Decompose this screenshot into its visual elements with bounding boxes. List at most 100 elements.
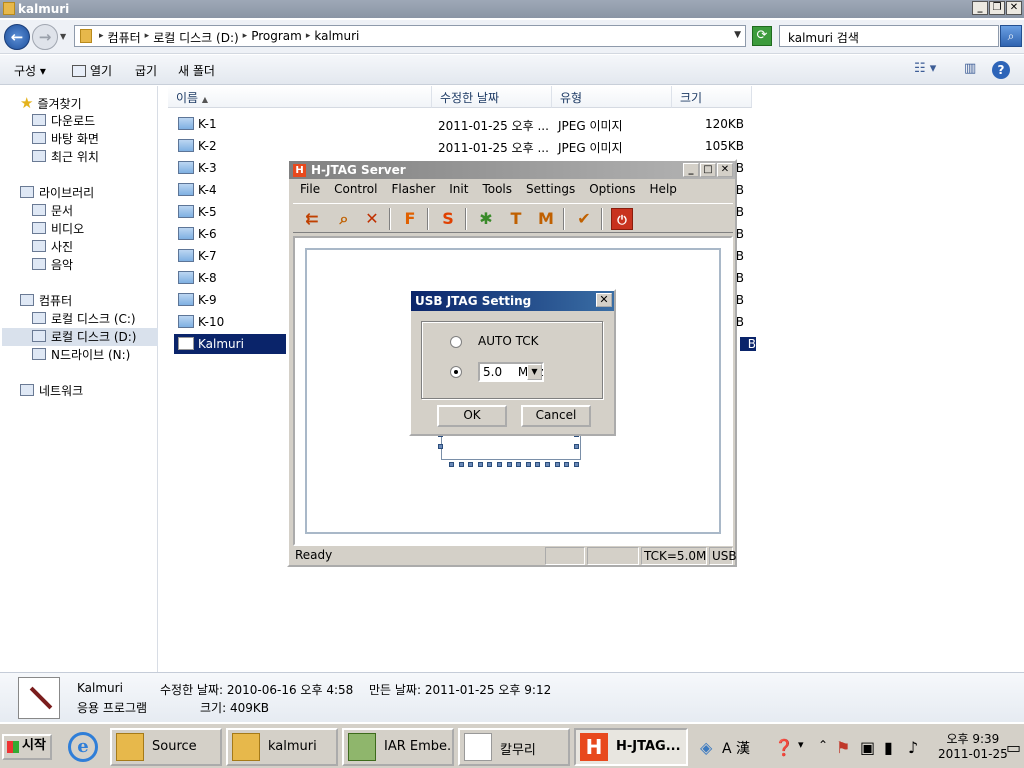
sidebar-item-label: 비디오 [51,222,85,236]
menu-flasher[interactable]: Flasher [384,181,442,201]
action-center-icon[interactable]: ⚑ [836,738,850,757]
new-folder-button[interactable]: 새 폴더 [178,62,215,79]
sidebar-item-downloads[interactable]: 다운로드 [32,112,95,130]
menu-settings[interactable]: Settings [519,181,582,201]
sidebar-item-drive-c[interactable]: 로컬 디스크 (C:) [32,310,136,328]
breadcrumb-kalmuri[interactable]: kalmuri [314,29,359,46]
sidebar-item-libraries[interactable]: 라이브러리 [20,184,94,202]
back-button[interactable]: ← [4,24,30,50]
close-button[interactable]: ✕ [1006,1,1022,15]
address-bar[interactable]: ▸ 컴퓨터 ▸ 로컬 디스크 (D:) ▸ Program ▸ kalmuri … [74,25,746,47]
system-clock[interactable]: 오후 9:39 2011-01-25 [938,732,1008,762]
taskbar-button-source[interactable]: Source [110,728,222,766]
taskbar-button-iar[interactable]: IAR Embe... [342,728,454,766]
image-file-icon [178,293,194,306]
ime-options-icon[interactable]: ▾ [798,738,804,751]
checklist-icon[interactable]: ✔ [573,208,595,230]
dialog-titlebar[interactable]: USB JTAG Setting ✕ [411,291,614,311]
search-icon[interactable]: ⌕ [1000,25,1022,47]
sidebar-item-computer[interactable]: 컴퓨터 [20,292,72,310]
maximize-button[interactable]: □ [700,163,716,177]
breadcrumb-program[interactable]: Program [251,29,302,46]
open-button[interactable]: 열기 [72,62,112,79]
maximize-button[interactable]: ❐ [989,1,1005,15]
chip-pin [477,462,483,467]
auto-tck-radio[interactable] [450,336,462,348]
tool-m-icon[interactable]: M [535,208,557,230]
column-header-modified[interactable]: 수정한 날짜 [432,86,552,108]
desktop-icon [32,132,46,144]
search-icon[interactable]: ⌕ [333,208,355,230]
breadcrumb-computer[interactable]: 컴퓨터 [108,29,141,46]
close-button[interactable]: ✕ [596,293,612,307]
search-input[interactable]: kalmuri 검색 [779,25,999,47]
minimize-button[interactable]: _ [972,1,988,15]
menu-help[interactable]: Help [643,181,684,201]
flasher-icon[interactable]: F [399,208,421,230]
internet-explorer-icon[interactable]: e [68,732,98,762]
burn-button[interactable]: 굽기 [135,62,157,79]
menu-init[interactable]: Init [442,181,475,201]
show-desktop-icon[interactable]: ▭ [1006,738,1021,757]
sidebar-item-label: 컴퓨터 [39,294,73,308]
column-header-name[interactable]: 이름 ▲ [168,86,432,108]
menu-options[interactable]: Options [582,181,642,201]
chevron-down-icon[interactable]: ▼ [734,30,741,40]
explorer-titlebar[interactable]: kalmuri _ ❐ ✕ [0,0,1024,18]
menu-file[interactable]: File [293,181,327,201]
sidebar-item-favorites[interactable]: ★ 즐겨찾기 [20,94,82,112]
sidebar-item-network[interactable]: 네트워크 [20,382,83,400]
show-hidden-icons[interactable]: ⌃ [818,738,828,752]
network-status-icon[interactable]: ▮ [884,738,893,757]
start-button[interactable]: 시작 [2,734,52,760]
close-button[interactable]: ✕ [717,163,733,177]
menu-tools[interactable]: Tools [475,181,519,201]
organize-button[interactable]: 구성 ▾ [14,62,46,79]
delete-icon[interactable]: ✕ [361,208,383,230]
ok-button[interactable]: OK [437,405,507,427]
frequency-select[interactable]: 5.0 MHz ▼ [478,362,544,382]
command-bar: 구성 ▾ 열기 굽기 새 폴더 ☷ ▾ ▥ ? [0,55,1024,85]
column-header-type[interactable]: 유형 [552,86,672,108]
table-row[interactable]: K-2 2011-01-25 오후 ... JPEG 이미지 105KB [174,136,754,156]
view-options-icon[interactable]: ☷ ▾ [914,61,936,76]
sidebar-item-drive-n[interactable]: N드라이브 (N:) [32,346,130,364]
help-icon[interactable]: ? [992,61,1010,79]
tool-x-icon[interactable]: ✱ [475,208,497,230]
forward-button[interactable]: → [32,24,58,50]
table-row[interactable]: K-1 2011-01-25 오후 ... JPEG 이미지 120KB [174,114,754,134]
ime-mode[interactable]: A 漢 [722,738,750,758]
volume-icon[interactable]: ♪ [908,738,918,757]
taskbar-button-kalmuri-folder[interactable]: kalmuri [226,728,338,766]
taskbar-button-kalmuri-app[interactable]: 칼무리 [458,728,570,766]
refresh-button[interactable]: ⟳ [752,26,772,46]
recent-pages-icon[interactable]: ▼ [60,32,66,41]
column-header-size[interactable]: 크기 [672,86,752,108]
preview-pane-icon[interactable]: ▥ [964,61,976,76]
chevron-down-icon[interactable]: ▼ [527,364,542,380]
help-icon[interactable]: ❓ [774,738,794,757]
sidebar-item-documents[interactable]: 문서 [32,202,73,220]
connect-icon[interactable]: ⇇ [301,208,323,230]
power-icon[interactable]: ⏻ [611,208,633,230]
image-file-icon [178,161,194,174]
sidebar-item-pictures[interactable]: 사진 [32,238,73,256]
manual-freq-radio[interactable] [450,366,462,378]
sidebar-item-recent-places[interactable]: 최근 위치 [32,148,99,166]
menu-control[interactable]: Control [327,181,384,201]
settings-s-icon[interactable]: S [437,208,459,230]
tool-t-icon[interactable]: T [505,208,527,230]
sidebar-item-music[interactable]: 음악 [32,256,73,274]
minimize-button[interactable]: _ [683,163,699,177]
usb-device-icon[interactable]: ▣ [860,738,875,757]
taskbar-button-hjtag[interactable]: H H-JTAG... [574,728,688,766]
sidebar-item-videos[interactable]: 비디오 [32,220,84,238]
cancel-button[interactable]: Cancel [521,405,591,427]
chip-pin [487,462,493,467]
breadcrumb-local-disk-d[interactable]: 로컬 디스크 (D:) [153,29,238,46]
file-size: 105KB [704,139,744,153]
sidebar-item-desktop[interactable]: 바탕 화면 [32,130,99,148]
hjtag-titlebar[interactable]: H H-JTAG Server _ □ ✕ [289,161,735,179]
language-bar-icon[interactable]: ◈ [700,738,712,757]
sidebar-item-drive-d[interactable]: 로컬 디스크 (D:) [2,328,158,346]
